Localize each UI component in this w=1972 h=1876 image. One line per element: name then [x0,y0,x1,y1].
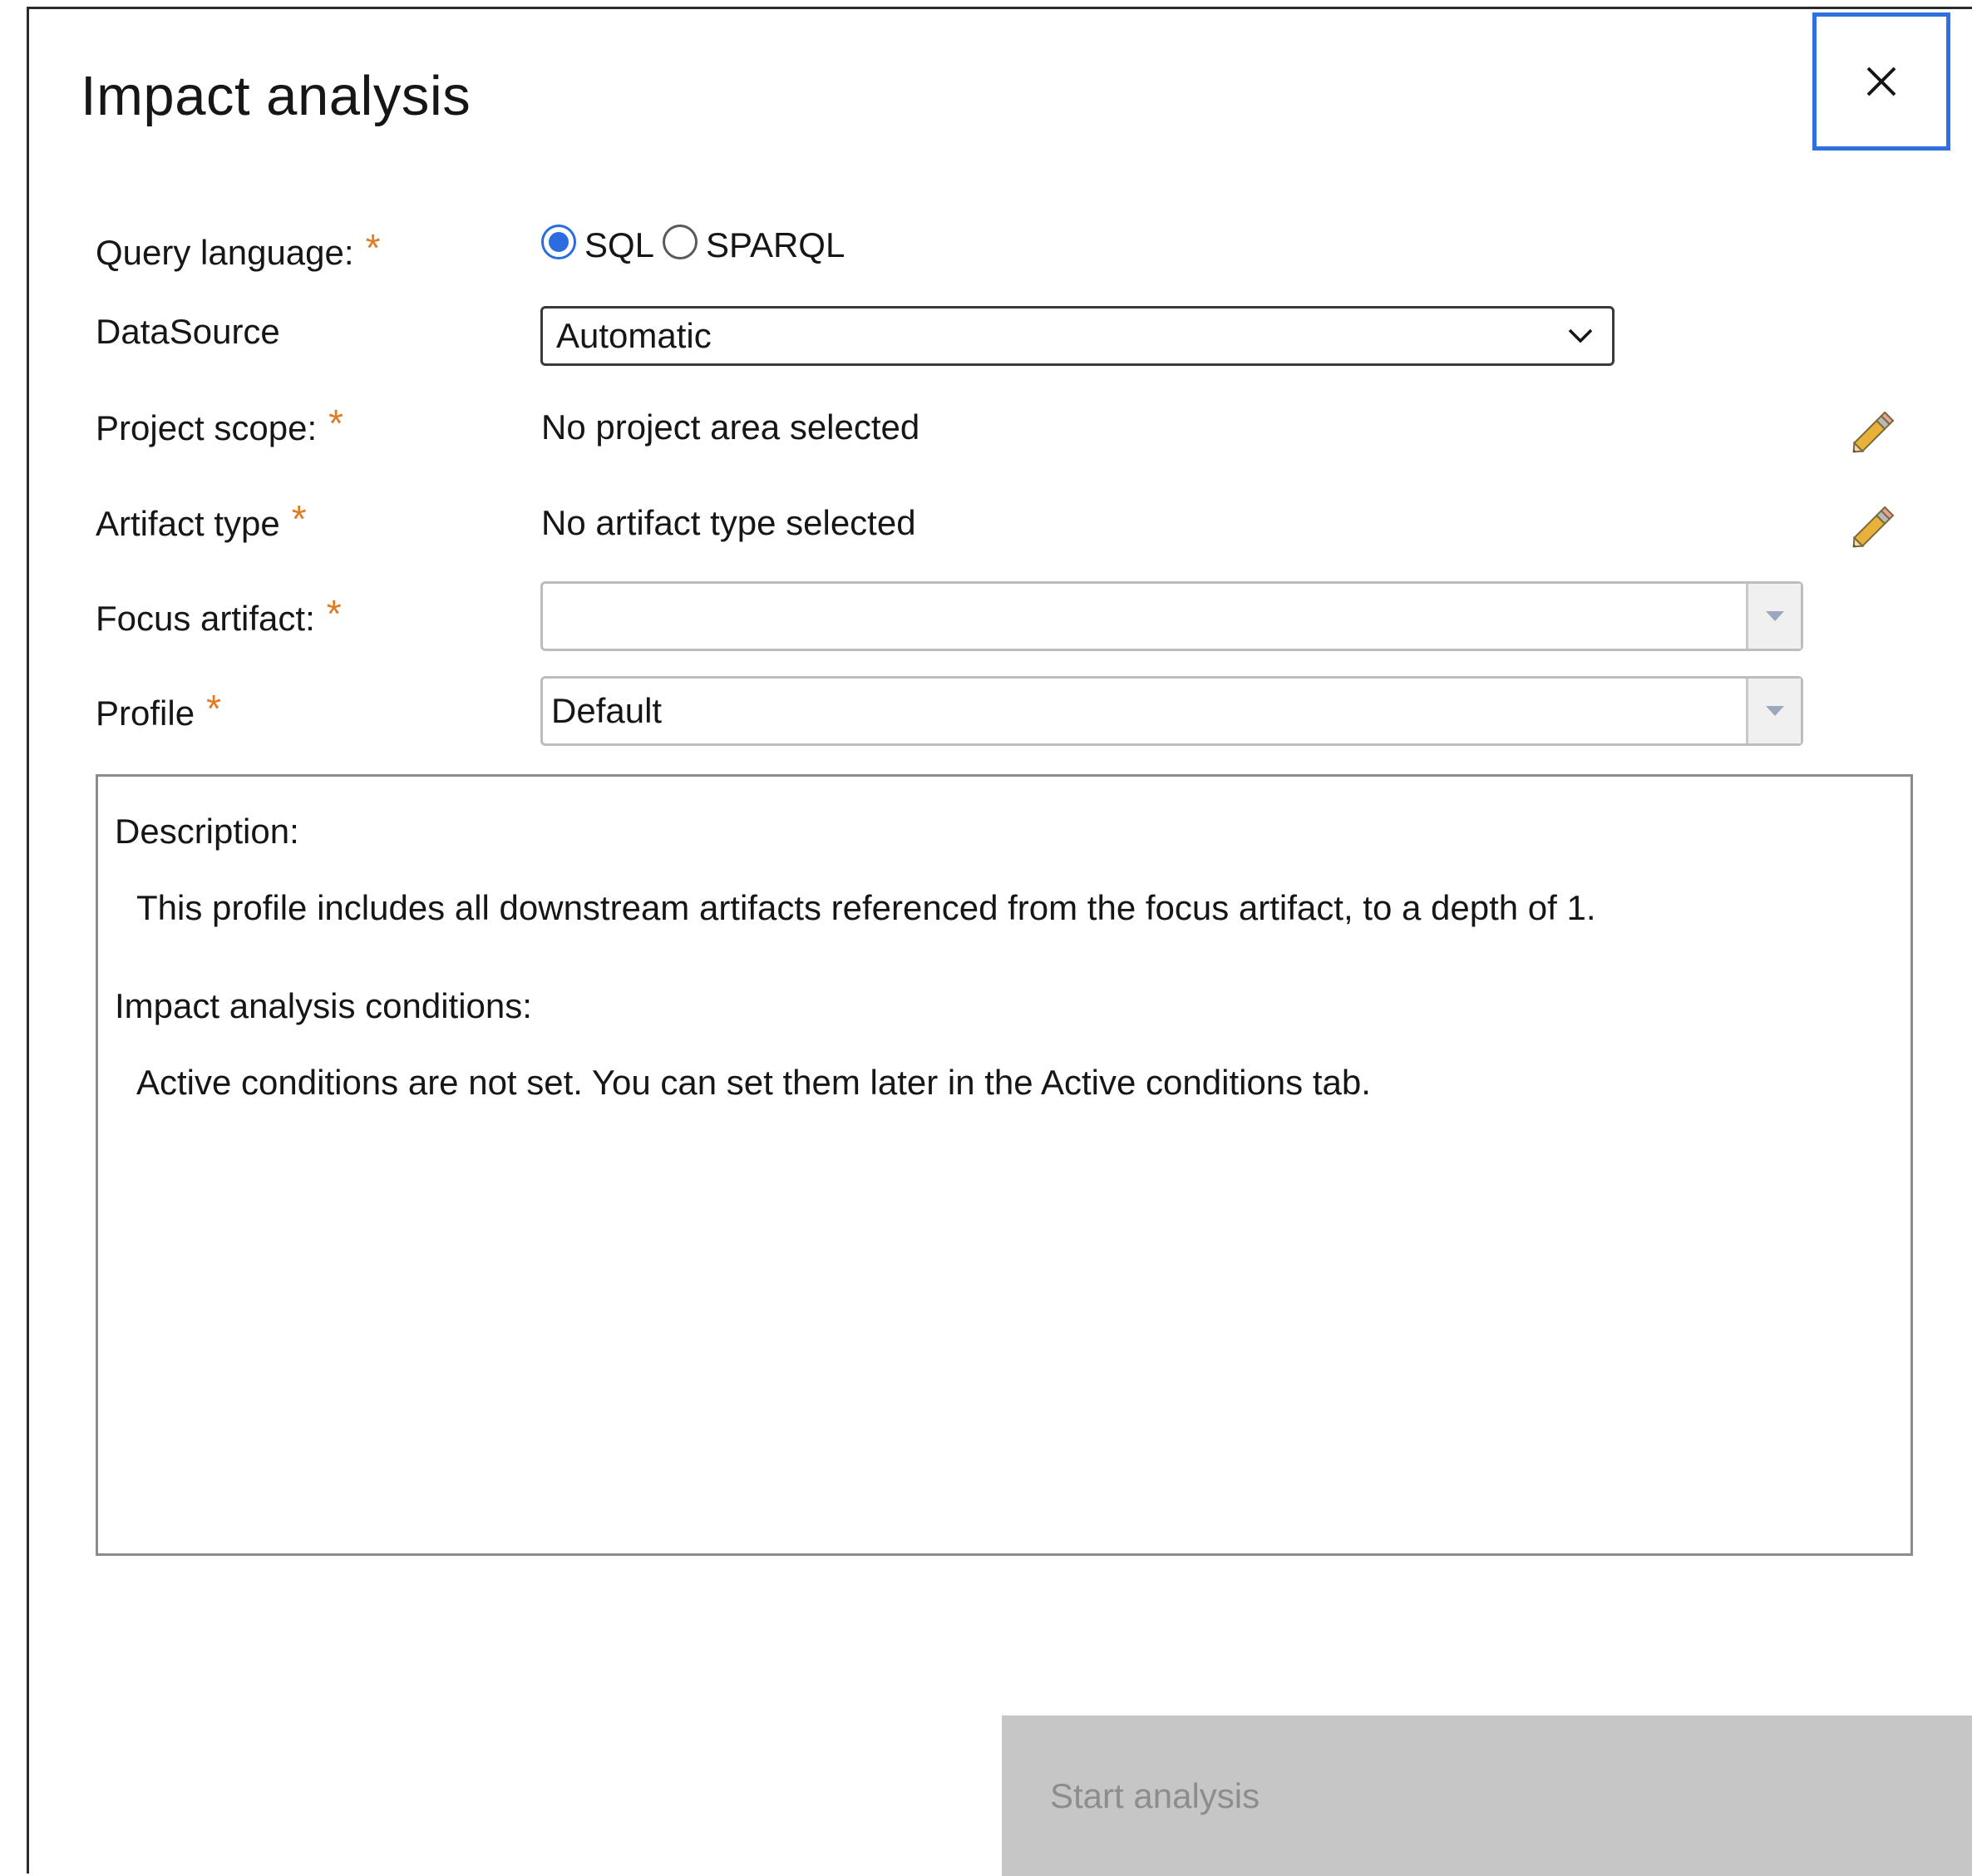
caret-down-icon [1765,611,1784,621]
required-marker: * [365,226,381,269]
profile-description-panel: Description: This profile includes all d… [96,774,1913,1556]
pencil-icon[interactable] [1846,500,1901,555]
profile-label-text: Profile [96,694,195,733]
required-marker: * [291,497,307,541]
focus-artifact-dropdown-button[interactable] [1746,584,1801,649]
description-heading: Description: [115,812,299,851]
datasource-label-text: DataSource [96,312,280,351]
caret-down-icon [1765,706,1784,716]
start-analysis-label: Start analysis [1050,1775,1260,1815]
close-button[interactable] [1812,12,1950,151]
focus-artifact-combobox [540,581,1803,651]
datasource-select-value: Automatic [556,316,712,355]
close-icon [1866,67,1896,96]
conditions-text: Active conditions are not set. You can s… [136,1063,1371,1102]
datasource-select[interactable]: Automatic [540,306,1615,366]
pencil-icon[interactable] [1846,405,1901,460]
project-scope-label: Project scope: * [96,402,343,451]
chevron-down-icon [1568,328,1593,343]
profile-combobox: Default [540,676,1803,746]
query-language-radio-group: SQL SPARQL [541,222,853,265]
impact-analysis-dialog: Impact analysis Query language: * SQL SP… [27,7,1972,1876]
artifact-type-value: No artifact type selected [541,503,916,542]
profile-input[interactable]: Default [543,679,1746,743]
focus-artifact-label-text: Focus artifact: [96,599,315,638]
artifact-type-label-text: Artifact type [96,504,280,543]
project-scope-value: No project area selected [541,407,920,447]
project-scope-label-text: Project scope: [96,408,318,447]
focus-artifact-input[interactable] [543,584,1746,649]
sql-radio[interactable] [541,225,576,259]
focus-artifact-label: Focus artifact: * [96,592,342,641]
description-text: This profile includes all downstream art… [136,888,1596,927]
start-analysis-button[interactable]: Start analysis [1002,1716,1972,1876]
sparql-radio-label[interactable]: SPARQL [706,225,845,265]
artifact-type-label: Artifact type * [96,497,307,546]
datasource-label: DataSource [96,312,280,352]
dialog-title: Impact analysis [81,65,471,127]
query-language-label-text: Query language: [96,233,354,272]
profile-dropdown-button[interactable] [1746,679,1801,743]
profile-label: Profile * [96,687,221,736]
sql-radio-label[interactable]: SQL [584,225,654,265]
sparql-radio[interactable] [663,225,698,259]
query-language-label: Query language: * [96,226,380,275]
required-marker: * [326,592,342,635]
required-marker: * [206,687,221,730]
required-marker: * [328,402,344,445]
conditions-heading: Impact analysis conditions: [115,986,532,1025]
